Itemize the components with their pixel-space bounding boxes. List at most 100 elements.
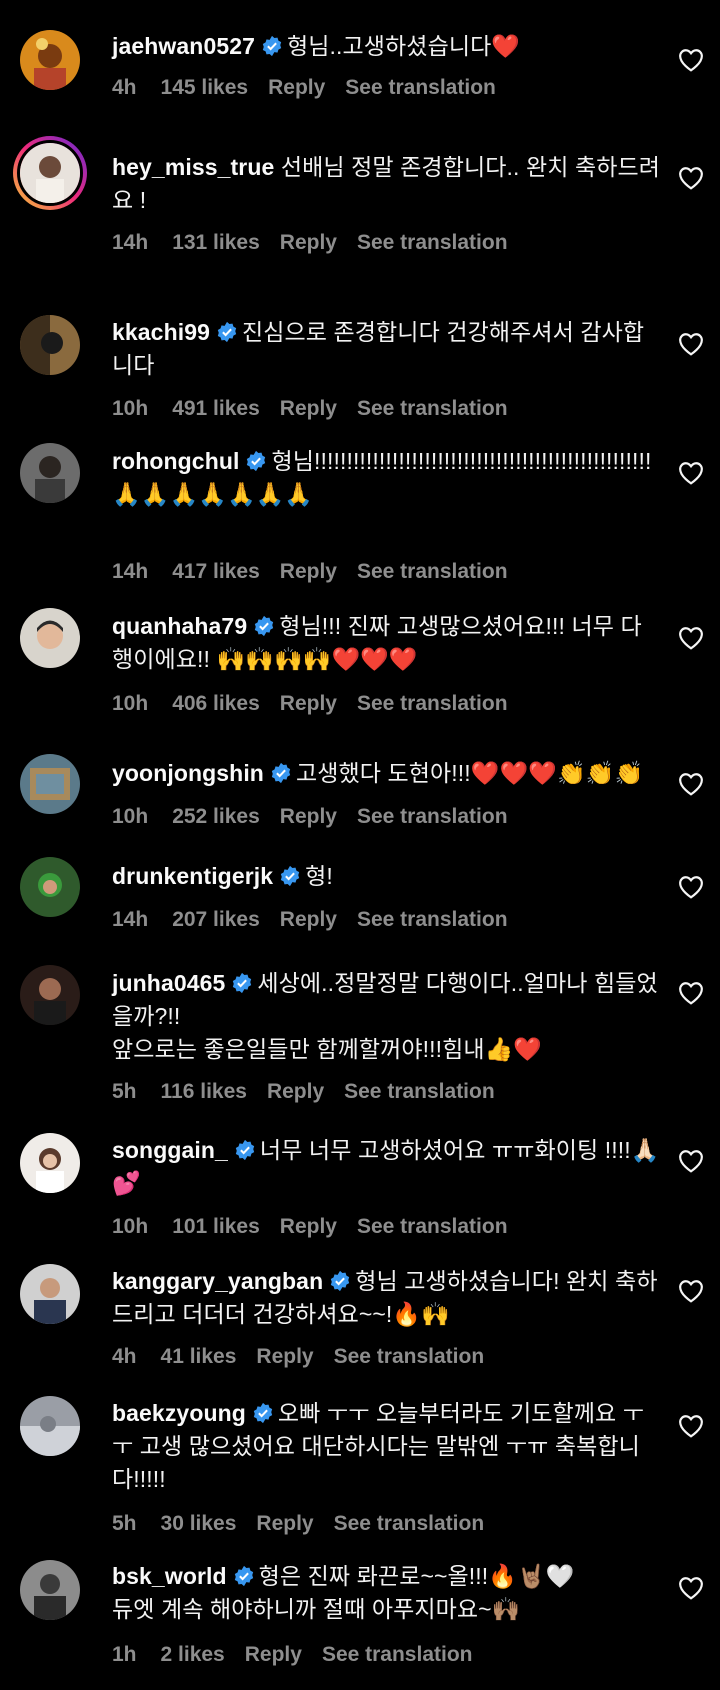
heart-outline-icon[interactable] (678, 772, 704, 796)
heart-outline-icon[interactable] (678, 1279, 704, 1303)
comment-text: kkachi99 진심으로 존경합니다 건강해주셔서 감사합니다 (112, 316, 660, 382)
likes-count[interactable]: 406 likes (172, 692, 260, 715)
avatar[interactable] (20, 315, 80, 375)
comment-time: 10h (112, 692, 149, 715)
comment-body: 고생했다 도현아!!!❤️❤️❤️👏👏👏 (295, 760, 644, 786)
comment-meta: 5h 116 likes Reply See translation (112, 1080, 515, 1104)
heart-outline-icon[interactable] (678, 461, 704, 485)
likes-count[interactable]: 41 likes (161, 1345, 237, 1368)
comment-text: quanhaha79 형님!!! 진짜 고생많으셨어요!!! 너무 다행이에요!!… (112, 610, 660, 676)
see-translation-button[interactable]: See translation (357, 397, 508, 420)
heart-outline-icon[interactable] (678, 1576, 704, 1600)
comment-time: 10h (112, 397, 149, 420)
verified-badge-icon (234, 1565, 253, 1587)
comment-time: 14h (112, 908, 149, 931)
likes-count[interactable]: 116 likes (161, 1080, 247, 1103)
comment-meta: 4h 145 likes Reply See translation (112, 76, 516, 100)
heart-outline-icon[interactable] (678, 1149, 704, 1173)
see-translation-button[interactable]: See translation (334, 1345, 485, 1368)
heart-outline-icon[interactable] (678, 1414, 704, 1438)
verified-badge-icon (217, 321, 237, 343)
reply-button[interactable]: Reply (245, 1643, 302, 1666)
reply-button[interactable]: Reply (268, 76, 325, 99)
avatar[interactable] (20, 1264, 80, 1324)
likes-count[interactable]: 131 likes (172, 231, 260, 254)
reply-button[interactable]: Reply (280, 397, 337, 420)
see-translation-button[interactable]: See translation (357, 805, 508, 828)
verified-badge-icon (253, 1402, 273, 1424)
comment-username[interactable]: jaehwan0527 (112, 33, 255, 59)
comment-text: baekzyoung 오빠 ㅜㅜ 오늘부터라도 기도할께요 ㅜㅜ 고생 많으셨어요… (112, 1397, 652, 1496)
comment-username[interactable]: kkachi99 (112, 319, 210, 345)
comment-text: songgain_ 너무 너무 고생하셨어요 ㅠㅠ화이팅 !!!!🙏🏻💕 (112, 1134, 660, 1200)
reply-button[interactable]: Reply (280, 1215, 337, 1238)
comment-body: 형! (305, 863, 333, 889)
comment-username[interactable]: yoonjongshin (112, 760, 264, 786)
reply-button[interactable]: Reply (280, 908, 337, 931)
heart-outline-icon[interactable] (678, 48, 704, 72)
see-translation-button[interactable]: See translation (345, 76, 496, 99)
comment-username[interactable]: rohongchul (112, 448, 239, 474)
see-translation-button[interactable]: See translation (322, 1643, 473, 1666)
avatar[interactable] (20, 30, 80, 90)
reply-button[interactable]: Reply (280, 231, 337, 254)
comment-username[interactable]: junha0465 (112, 970, 225, 996)
comment-meta: 10h 491 likes Reply See translation (112, 397, 528, 421)
comment-text: yoonjongshin 고생했다 도현아!!!❤️❤️❤️👏👏👏 (112, 757, 660, 790)
see-translation-button[interactable]: See translation (357, 692, 508, 715)
comment-meta: 10h 101 likes Reply See translation (112, 1215, 528, 1239)
comment-username[interactable]: songgain_ (112, 1137, 228, 1163)
see-translation-button[interactable]: See translation (357, 560, 508, 583)
comment-meta: 1h 2 likes Reply See translation (112, 1643, 493, 1667)
comment-username[interactable]: bsk_world (112, 1563, 227, 1589)
avatar[interactable] (20, 754, 80, 814)
reply-button[interactable]: Reply (256, 1512, 313, 1535)
comment-meta: 5h 30 likes Reply See translation (112, 1512, 504, 1536)
comment-meta: 10h 252 likes Reply See translation (112, 805, 528, 829)
comment-time: 5h (112, 1080, 137, 1103)
reply-button[interactable]: Reply (280, 560, 337, 583)
avatar[interactable] (20, 857, 80, 917)
heart-outline-icon[interactable] (678, 332, 704, 356)
reply-button[interactable]: Reply (280, 692, 337, 715)
comment-time: 14h (112, 231, 149, 254)
comment-text: bsk_world 형은 진짜 롸끈로~~올!!!🔥🤘🏽🤍 듀엣 계속 해야하니까… (112, 1560, 660, 1626)
comment-username[interactable]: hey_miss_true (112, 154, 274, 180)
likes-count[interactable]: 207 likes (172, 908, 260, 931)
likes-count[interactable]: 101 likes (172, 1215, 260, 1238)
comment-time: 4h (112, 1345, 137, 1368)
heart-outline-icon[interactable] (678, 626, 704, 650)
comment-meta: 14h 417 likes Reply See translation (112, 560, 528, 584)
comment-text: drunkentigerjk 형! (112, 860, 660, 893)
avatar[interactable] (20, 1560, 80, 1620)
likes-count[interactable]: 417 likes (172, 560, 260, 583)
see-translation-button[interactable]: See translation (334, 1512, 485, 1535)
likes-count[interactable]: 252 likes (172, 805, 260, 828)
heart-outline-icon[interactable] (678, 166, 704, 190)
see-translation-button[interactable]: See translation (344, 1080, 495, 1103)
avatar[interactable] (20, 1133, 80, 1193)
comment-time: 5h (112, 1512, 137, 1535)
comment-username[interactable]: baekzyoung (112, 1400, 246, 1426)
avatar[interactable] (20, 608, 80, 668)
avatar[interactable] (20, 1396, 80, 1456)
comment-username[interactable]: kanggary_yangban (112, 1268, 323, 1294)
likes-count[interactable]: 30 likes (161, 1512, 237, 1535)
avatar[interactable] (20, 965, 80, 1025)
likes-count[interactable]: 145 likes (161, 76, 249, 99)
heart-outline-icon[interactable] (678, 981, 704, 1005)
heart-outline-icon[interactable] (678, 875, 704, 899)
likes-count[interactable]: 491 likes (172, 397, 260, 420)
avatar-story-ring[interactable] (13, 136, 87, 210)
see-translation-button[interactable]: See translation (357, 231, 508, 254)
see-translation-button[interactable]: See translation (357, 908, 508, 931)
comment-username[interactable]: quanhaha79 (112, 613, 247, 639)
reply-button[interactable]: Reply (280, 805, 337, 828)
reply-button[interactable]: Reply (267, 1080, 324, 1103)
comment-username[interactable]: drunkentigerjk (112, 863, 273, 889)
verified-badge-icon (247, 450, 266, 472)
avatar[interactable] (20, 443, 80, 503)
likes-count[interactable]: 2 likes (161, 1643, 225, 1666)
reply-button[interactable]: Reply (256, 1345, 313, 1368)
see-translation-button[interactable]: See translation (357, 1215, 508, 1238)
